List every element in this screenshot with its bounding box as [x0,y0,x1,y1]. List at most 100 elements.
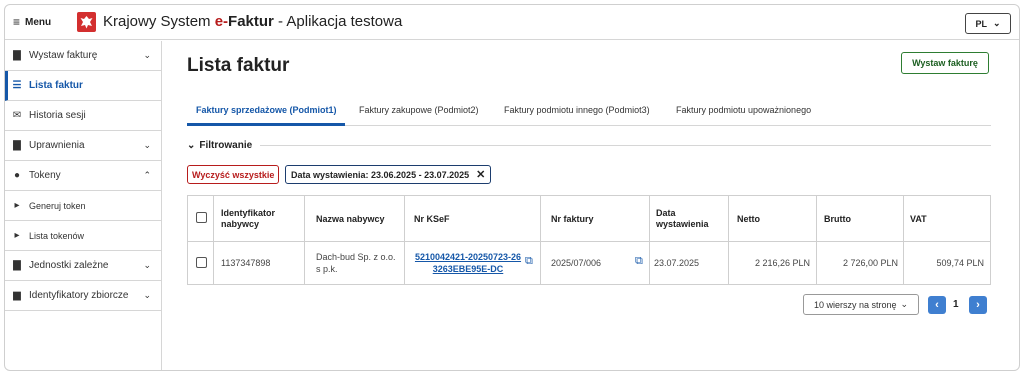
chevron-down-icon: ⌄ [992,18,1001,28]
column-header-issue-date[interactable]: Data wystawienia [656,196,718,241]
tab-purchase-invoices[interactable]: Faktury zakupowe (Podmiot2) [359,105,479,115]
language-value: PL [975,18,987,29]
main-content: Lista faktur Wystaw fakturę Faktury sprz… [163,41,1019,370]
cell-issue-date: 23.07.2025 [654,258,700,268]
polish-eagle-logo-icon [77,12,96,32]
previous-page-button[interactable]: ‹ [928,296,946,314]
chevron-down-icon: ⌄ [143,50,151,60]
sidebar-item-label: Tokeny [29,170,61,181]
invoice-table: Identyfikator nabywcy Nazwa nabywcy Nr K… [187,195,991,285]
sidebar-item-label: Historia sesji [29,110,86,121]
filter-title: Filtrowanie [199,139,253,151]
title-prefix: Krajowy System [103,13,215,30]
select-all-checkbox[interactable] [196,212,207,223]
sidebar-item-lista-tokenow[interactable]: ▸ Lista tokenów [5,221,161,251]
column-header-gross[interactable]: Brutto [824,196,884,241]
sidebar-item-label: Uprawnienia [29,140,85,151]
sidebar: ▇ Wystaw fakturę ⌄ ☰ Lista faktur ✉ Hist… [5,41,162,370]
column-header-ksef-number[interactable]: Nr KSeF [414,196,509,241]
issue-invoice-button[interactable]: Wystaw fakturę [901,52,989,74]
column-divider [404,196,405,284]
ksef-line-1: 5210042421-20250723-26 [414,252,522,262]
envelope-icon: ✉ [12,110,22,121]
chevron-down-icon: ⌄ [900,299,909,309]
sidebar-item-label: Lista faktur [29,80,83,91]
sidebar-item-label: Wystaw fakturę [29,50,98,61]
column-header-buyer-name[interactable]: Nazwa nabywcy [316,196,411,241]
sidebar-item-jednostki-zalezne[interactable]: ▇ Jednostki zależne ⌄ [5,251,161,281]
top-bar: ≡ Menu Krajowy System e-Faktur - Aplikac… [5,5,1019,40]
sidebar-item-label: Generuj token [29,200,86,211]
next-page-button[interactable]: › [969,296,987,314]
sidebar-item-identyfikatory-zbiorcze[interactable]: ▆ Identyfikatory zbiorcze ⌄ [5,281,161,311]
ksef-number-link[interactable]: 5210042421-20250723-26 3263EBE95E-DC [415,251,521,275]
sidebar-item-tokeny[interactable]: ● Tokeny ⌃ [5,161,161,191]
column-header-invoice-number[interactable]: Nr faktury [551,196,646,241]
rows-per-page-select[interactable]: 10 wierszy na stronę ⌄ [803,294,919,315]
bullet-icon: ▸ [14,200,20,211]
close-icon[interactable]: ✕ [476,168,485,181]
column-header-buyer-id[interactable]: Identyfikator nabywcy [221,196,291,241]
app-title: Krajowy System e-Faktur - Aplikacja test… [103,13,402,30]
copy-icon[interactable]: ⧉ [635,255,643,268]
chevron-down-icon: ⌄ [143,260,151,270]
sidebar-item-historia-sesji[interactable]: ✉ Historia sesji [5,101,161,131]
language-select[interactable]: PL ⌄ [965,13,1011,34]
hamburger-icon: ≡ [13,15,21,29]
document-icon: ▇ [13,50,21,61]
list-icon: ☰ [12,80,22,91]
document-icon: ▇ [13,260,21,271]
column-divider [728,196,729,284]
menu-button[interactable]: ≡ Menu [13,15,51,29]
filter-section-header[interactable]: ⌄ Filtrowanie [187,137,991,153]
column-divider [649,196,650,284]
ksef-line-2: 3263EBE95E-DC [432,264,504,274]
current-page-number[interactable]: 1 [953,299,959,310]
sidebar-item-label: Identyfikatory zbiorcze [29,290,129,301]
title-faktur: Faktur [228,13,274,30]
tab-authorized-entity-invoices[interactable]: Faktury podmiotu upoważnionego [676,105,811,115]
clear-all-filters-button[interactable]: Wyczyść wszystkie [187,165,280,184]
row-checkbox[interactable] [196,257,207,268]
active-tab-indicator [187,123,345,126]
sidebar-item-generuj-token[interactable]: ▸ Generuj token [5,191,161,221]
column-divider [304,196,305,284]
column-divider [213,196,214,284]
app-window: ≡ Menu Krajowy System e-Faktur - Aplikac… [4,4,1020,371]
date-filter-label: Data wystawienia: 23.06.2025 - 23.07.202… [291,169,470,180]
divider [260,144,991,146]
invoice-tabs: Faktury sprzedażowe (Podmiot1) Faktury z… [187,98,991,126]
menu-label: Menu [25,16,52,28]
chevron-down-icon: ⌄ [143,140,151,150]
chevron-down-icon: ⌄ [187,139,196,151]
sidebar-item-label: Lista tokenów [29,230,85,241]
cell-gross: 2 726,00 PLN [842,258,898,268]
chevron-down-icon: ⌄ [143,290,151,300]
bullet-icon: ▸ [14,230,20,241]
sidebar-item-lista-faktur[interactable]: ☰ Lista faktur [5,71,161,101]
tab-third-party-invoices[interactable]: Faktury podmiotu innego (Podmiot3) [504,105,650,115]
sidebar-item-label: Jednostki zależne [29,260,109,271]
sidebar-item-wystaw-fakture[interactable]: ▇ Wystaw fakturę ⌄ [5,41,161,71]
cell-buyer-name: Dach-bud Sp. z o.o. s p.k. [316,252,396,274]
column-divider [816,196,817,284]
tab-sales-invoices[interactable]: Faktury sprzedażowe (Podmiot1) [196,105,337,115]
page-title: Lista faktur [187,55,290,76]
rows-per-page-value: 10 wierszy na stronę [813,299,897,310]
cell-vat: 509,74 PLN [936,258,984,268]
token-icon: ● [13,170,21,181]
cell-net: 2 216,26 PLN [754,258,810,268]
title-suffix: - Aplikacja testowa [273,13,403,30]
column-header-vat[interactable]: VAT [910,196,970,241]
chevron-up-icon: ⌃ [143,170,151,180]
cell-invoice-number: 2025/07/006 [551,258,602,268]
cell-ksef-number[interactable]: 5210042421-20250723-26 3263EBE95E-DC [412,242,524,284]
sidebar-item-uprawnienia[interactable]: ▇ Uprawnienia ⌄ [5,131,161,161]
document-icon: ▇ [13,140,21,151]
title-e: e- [214,13,229,30]
id-card-icon: ▆ [13,290,21,301]
date-filter-chip[interactable]: Data wystawienia: 23.06.2025 - 23.07.202… [285,165,492,184]
column-header-net[interactable]: Netto [737,196,797,241]
copy-icon[interactable]: ⧉ [525,255,533,268]
cell-buyer-id: 1137347898 [221,258,271,268]
